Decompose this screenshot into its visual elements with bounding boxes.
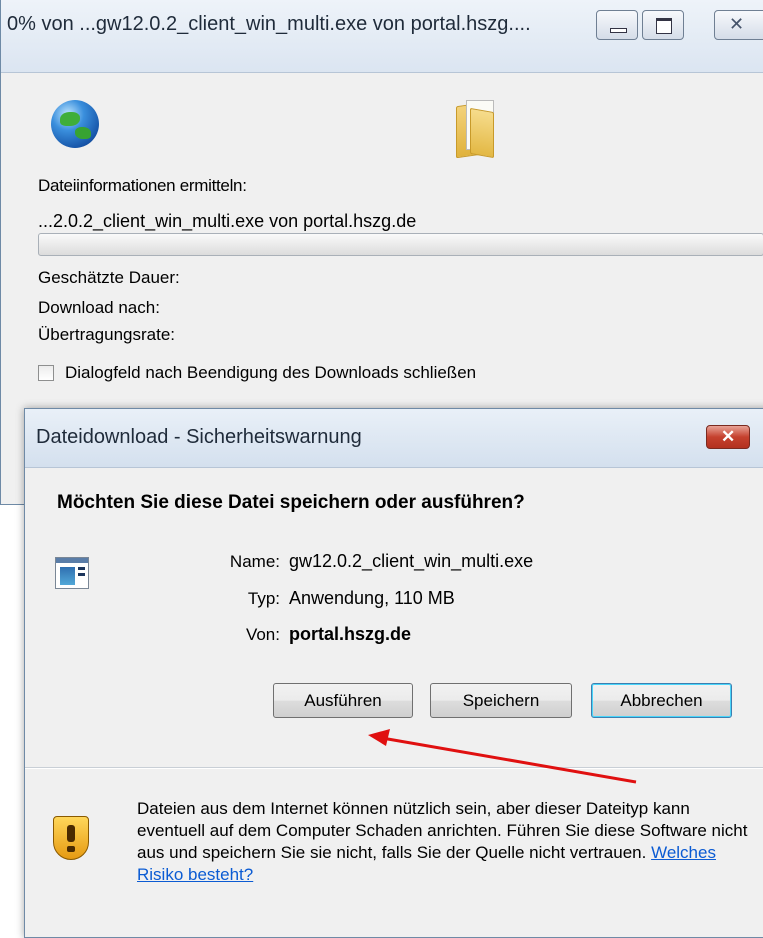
dialog-close-button[interactable]: ✕	[706, 425, 750, 449]
dialog-question: Möchten Sie diese Datei speichern oder a…	[57, 492, 525, 513]
from-value: portal.hszg.de	[289, 624, 412, 644]
download-to-label: Download nach:	[38, 298, 160, 317]
shield-warning-icon	[53, 816, 89, 860]
file-source-text: ...2.0.2_client_win_multi.exe von portal…	[38, 211, 417, 231]
dialog-title: Dateidownload - Sicherheitswarnung	[36, 426, 362, 448]
download-progress-bar	[38, 233, 763, 256]
cancel-button[interactable]: Abbrechen	[591, 683, 732, 718]
close-icon: ✕	[721, 427, 736, 446]
type-value: Anwendung, 110 MB	[289, 588, 455, 608]
download-window-titlebar: 0% von ...gw12.0.2_client_win_multi.exe …	[1, 0, 763, 73]
close-after-download-label[interactable]: Dialogfeld nach Beendigung des Downloads…	[65, 363, 476, 383]
close-after-download-checkbox[interactable]	[38, 365, 54, 381]
name-value: gw12.0.2_client_win_multi.exe	[289, 551, 534, 571]
globe-icon	[51, 100, 99, 148]
run-button[interactable]: Ausführen	[273, 683, 413, 718]
divider-highlight	[25, 768, 763, 769]
close-icon: ✕	[729, 14, 745, 34]
dialog-titlebar: Dateidownload - Sicherheitswarnung ✕	[25, 409, 763, 468]
estimated-time-label: Geschätzte Dauer:	[38, 268, 180, 287]
security-warning-dialog: Dateidownload - Sicherheitswarnung ✕ Möc…	[24, 408, 763, 938]
type-label: Typ:	[247, 589, 280, 608]
folder-icon	[456, 98, 496, 159]
minimize-button[interactable]	[596, 10, 638, 40]
warning-message: Dateien aus dem Internet können nützlich…	[137, 798, 757, 886]
maximize-button[interactable]	[642, 10, 684, 40]
name-label: Name:	[229, 552, 280, 571]
from-label: Von:	[245, 625, 280, 644]
download-window-close-button[interactable]: ✕	[714, 10, 763, 40]
save-button[interactable]: Speichern	[430, 683, 572, 718]
status-label: Dateiinformationen ermitteln:	[38, 176, 247, 195]
download-window-title: 0% von ...gw12.0.2_client_win_multi.exe …	[7, 13, 531, 35]
transfer-rate-label: Übertragungsrate:	[38, 325, 176, 344]
